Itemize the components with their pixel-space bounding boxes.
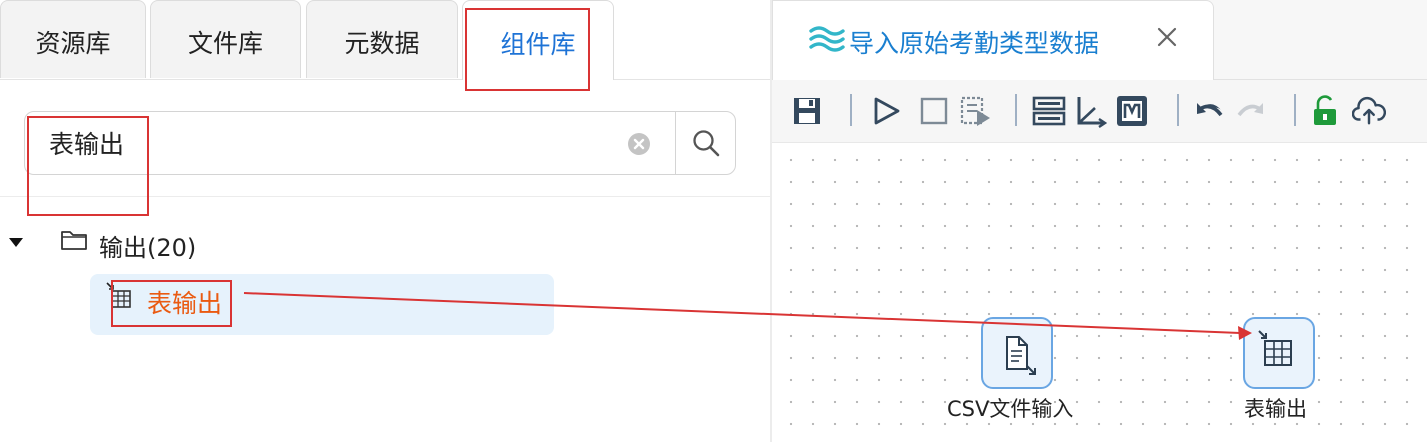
- table-output-icon: [1258, 330, 1292, 366]
- toolbar-separator: [1015, 94, 1017, 126]
- node-table-output[interactable]: [1243, 317, 1315, 389]
- tab-resource-library[interactable]: 资源库: [0, 0, 146, 78]
- run-icon[interactable]: [869, 94, 903, 128]
- upload-icon[interactable]: [1352, 94, 1386, 128]
- tree-folder-output[interactable]: 输出(20): [0, 222, 560, 266]
- editor-toolbar: [772, 80, 1427, 143]
- layout-icon[interactable]: [1032, 94, 1066, 128]
- redo-icon[interactable]: [1234, 94, 1268, 128]
- tab-flow-editor[interactable]: 导入原始考勤类型数据: [772, 0, 1214, 80]
- toolbar-separator: [1177, 94, 1179, 126]
- tab-label: 元数据: [344, 28, 420, 58]
- csv-input-icon: [1006, 336, 1036, 375]
- node-label: 表输出: [1244, 397, 1307, 421]
- tab-metadata[interactable]: 元数据: [306, 0, 458, 78]
- component-library-panel: 资源库 文件库 元数据 组件库 表输出 输出(20) 表输出: [0, 0, 770, 442]
- divider: [0, 196, 770, 197]
- stop-icon[interactable]: [917, 94, 951, 128]
- save-icon[interactable]: [790, 94, 824, 128]
- table-output-icon: [106, 282, 131, 308]
- tab-label: 组件库: [500, 29, 576, 59]
- node-csv-input[interactable]: [981, 317, 1053, 389]
- tree-folder-label: 输出(20): [99, 234, 197, 262]
- marker-icon[interactable]: [1115, 94, 1149, 128]
- tree-item-table-output[interactable]: 表输出: [90, 274, 554, 335]
- tab-component-library[interactable]: 组件库: [462, 0, 614, 80]
- search-input[interactable]: [27, 114, 623, 172]
- editor-tabbar: 导入原始考勤类型数据: [772, 0, 1427, 80]
- tab-file-library[interactable]: 文件库: [150, 0, 301, 78]
- tab-label: 资源库: [35, 28, 111, 58]
- search-icon: [693, 130, 720, 157]
- component-search-box: [24, 111, 736, 175]
- editor-tab-title: 导入原始考勤类型数据: [849, 29, 1100, 58]
- toolbar-separator: [1294, 94, 1296, 126]
- axis-icon[interactable]: [1073, 94, 1107, 128]
- toolbar-separator: [850, 94, 852, 126]
- search-button[interactable]: [675, 112, 736, 174]
- clear-search-icon[interactable]: [628, 133, 650, 155]
- flow-canvas[interactable]: CSV文件输入 表输出: [772, 143, 1427, 442]
- tree-item-label: 表输出: [147, 289, 223, 318]
- undo-icon[interactable]: [1192, 94, 1226, 128]
- waves-icon: [809, 26, 845, 52]
- node-label: CSV文件输入: [947, 397, 1074, 421]
- tab-label: 文件库: [187, 28, 263, 58]
- close-icon[interactable]: [1155, 25, 1179, 49]
- unlock-icon[interactable]: [1308, 94, 1342, 128]
- expand-caret-icon[interactable]: [9, 238, 23, 247]
- folder-icon: [61, 231, 87, 250]
- flow-editor-panel: 导入原始考勤类型数据 CSV文件输入 表输出: [772, 0, 1427, 442]
- library-tabbar: 资源库 文件库 元数据 组件库: [0, 0, 770, 80]
- debug-run-icon[interactable]: [959, 94, 993, 128]
